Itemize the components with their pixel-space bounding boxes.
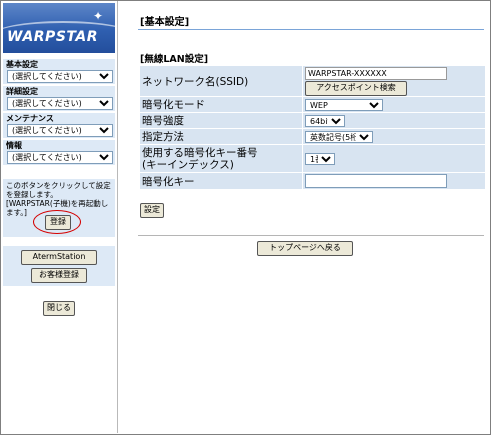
encryption-mode-cell: WEP bbox=[303, 97, 485, 112]
menu-info-select[interactable]: (選択してください) bbox=[7, 151, 113, 164]
encryption-mode-select[interactable]: WEP bbox=[305, 98, 383, 111]
method-label: 指定方法 bbox=[140, 129, 302, 144]
table-row: 使用する暗号化キー番号 (キーインデックス) 1番 bbox=[140, 145, 485, 172]
register-highlight: 登録 bbox=[33, 210, 81, 234]
main-content: [基本設定] [無線LAN設定] ネットワーク名(SSID) WARPSTAR-… bbox=[118, 1, 489, 433]
encryption-strength-cell: 64bit bbox=[303, 113, 485, 128]
menu-basic-settings: 基本設定 (選択してください) bbox=[3, 59, 115, 84]
close-button[interactable]: 閉じる bbox=[43, 301, 75, 316]
key-number-select[interactable]: 1番 bbox=[305, 152, 335, 165]
encryption-key-label: 暗号化キー bbox=[140, 173, 302, 189]
links-box: AtermStation お客様登録 bbox=[3, 246, 115, 286]
top-page-button[interactable]: トップページへ戻る bbox=[257, 241, 353, 256]
customer-register-button[interactable]: お客様登録 bbox=[31, 268, 87, 283]
page-title: [基本設定] bbox=[140, 17, 190, 28]
bottom-divider bbox=[138, 235, 484, 236]
star-icon: ✦ bbox=[93, 9, 104, 23]
menu-basic-settings-label: 基本設定 bbox=[6, 60, 38, 69]
table-row: 指定方法 英数記号(5桁) bbox=[140, 129, 485, 144]
key-number-cell: 1番 bbox=[303, 145, 485, 172]
menu-maintenance-select[interactable]: (選択してください) bbox=[7, 124, 113, 137]
encryption-key-cell bbox=[303, 173, 485, 189]
key-number-label: 使用する暗号化キー番号 (キーインデックス) bbox=[140, 145, 302, 172]
register-button[interactable]: 登録 bbox=[45, 215, 71, 230]
encryption-mode-label: 暗号化モード bbox=[140, 97, 302, 112]
table-row: 暗号強度 64bit bbox=[140, 113, 485, 128]
warpstar-logo: ✦ WARPSTAR bbox=[3, 3, 115, 53]
encryption-strength-label: 暗号強度 bbox=[140, 113, 302, 128]
table-row: 暗号化キー bbox=[140, 173, 485, 189]
menu-maintenance-label: メンテナンス bbox=[6, 114, 54, 123]
menu-advanced-settings: 詳細設定 (選択してください) bbox=[3, 86, 115, 111]
logo-text: WARPSTAR bbox=[7, 29, 98, 45]
menu-info-label: 情報 bbox=[6, 141, 22, 150]
menu-info: 情報 (選択してください) bbox=[3, 140, 115, 165]
menu-basic-settings-select[interactable]: (選択してください) bbox=[7, 70, 113, 83]
section-title: [無線LAN設定] bbox=[140, 54, 209, 65]
method-cell: 英数記号(5桁) bbox=[303, 129, 485, 144]
set-button[interactable]: 設定 bbox=[140, 203, 164, 218]
ssid-cell: WARPSTAR-XXXXXX アクセスポイント検索 bbox=[303, 66, 485, 96]
access-point-search-button[interactable]: アクセスポイント検索 bbox=[305, 80, 407, 96]
table-row: ネットワーク名(SSID) WARPSTAR-XXXXXX アクセスポイント検索 bbox=[140, 66, 485, 96]
sidebar: ✦ WARPSTAR 基本設定 (選択してください) 詳細設定 (選択してくださ… bbox=[1, 1, 118, 433]
encryption-strength-select[interactable]: 64bit bbox=[305, 114, 345, 127]
aterm-station-button[interactable]: AtermStation bbox=[21, 250, 97, 265]
wireless-settings-table: ネットワーク名(SSID) WARPSTAR-XXXXXX アクセスポイント検索… bbox=[139, 65, 486, 190]
menu-advanced-settings-select[interactable]: (選択してください) bbox=[7, 97, 113, 110]
ssid-label: ネットワーク名(SSID) bbox=[140, 66, 302, 96]
menu-maintenance: メンテナンス (選択してください) bbox=[3, 113, 115, 138]
title-divider bbox=[138, 29, 484, 30]
encryption-key-input[interactable] bbox=[305, 174, 447, 188]
menu-advanced-settings-label: 詳細設定 bbox=[6, 87, 38, 96]
table-row: 暗号化モード WEP bbox=[140, 97, 485, 112]
method-select[interactable]: 英数記号(5桁) bbox=[305, 130, 373, 143]
ssid-input[interactable]: WARPSTAR-XXXXXX bbox=[305, 66, 447, 80]
